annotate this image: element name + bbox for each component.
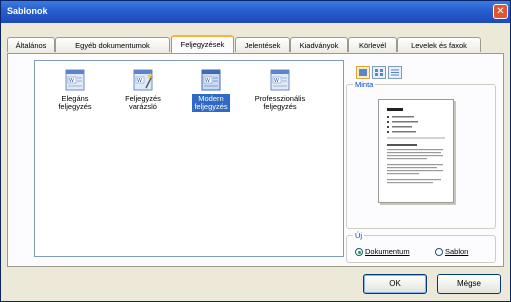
large-icons-view-button[interactable] bbox=[356, 66, 370, 79]
radio-unselected-icon bbox=[435, 248, 443, 256]
close-icon: ✕ bbox=[496, 6, 505, 17]
svg-text:W: W bbox=[274, 78, 279, 84]
svg-text:W: W bbox=[69, 78, 74, 84]
radio-dokumentum-label: Dokumentum bbox=[365, 247, 410, 256]
create-new-label: Új bbox=[353, 231, 365, 240]
create-new-group: Új Dokumentum Sablon bbox=[346, 231, 496, 263]
template-item-feljegyzes-varazslo[interactable]: W Feljegyzés varázsló bbox=[108, 69, 178, 112]
tab-levelek-es-faxok[interactable]: Levelek és faxok bbox=[397, 37, 481, 52]
title-bar[interactable]: Sablonok ✕ bbox=[1, 1, 510, 23]
close-button[interactable]: ✕ bbox=[493, 4, 508, 19]
tab-kiadvanyok[interactable]: Kiadványok bbox=[290, 37, 348, 52]
details-icon bbox=[391, 69, 399, 76]
document-template-icon: W bbox=[201, 69, 221, 91]
templates-dialog: Sablonok ✕ Általános Egyéb dokumentumok … bbox=[0, 0, 511, 302]
template-label: Feljegyzés varázsló bbox=[125, 94, 161, 111]
svg-text:W: W bbox=[137, 78, 142, 84]
list-icon bbox=[375, 69, 383, 76]
radio-sablon[interactable]: Sablon bbox=[435, 247, 468, 256]
tab-korlevel[interactable]: Körlevél bbox=[348, 37, 397, 52]
template-item-elegans[interactable]: W Elegáns feljegyzés bbox=[40, 69, 110, 112]
radio-selected-icon bbox=[355, 248, 363, 256]
template-label: Professzionális feljegyzés bbox=[254, 94, 306, 111]
tab-panel: W Elegáns feljegyzés W Feljegyzés varázsló bbox=[7, 53, 504, 267]
tab-altalanos[interactable]: Általános bbox=[7, 37, 55, 52]
tab-jelentesek[interactable]: Jelentések bbox=[235, 37, 290, 52]
radio-dokumentum[interactable]: Dokumentum bbox=[355, 247, 410, 256]
template-item-professzionalis[interactable]: W Professzionális feljegyzés bbox=[245, 69, 315, 112]
cancel-button[interactable]: Mégse bbox=[437, 274, 501, 294]
ok-button[interactable]: OK bbox=[363, 274, 427, 294]
template-label: Modern feljegyzés bbox=[192, 94, 230, 112]
dialog-title: Sablonok bbox=[7, 6, 48, 16]
details-view-button[interactable] bbox=[388, 66, 402, 79]
document-template-icon: W bbox=[270, 69, 290, 91]
large-icons-icon bbox=[359, 69, 367, 76]
preview-label: Minta bbox=[353, 80, 376, 89]
preview-group: Minta bbox=[346, 80, 496, 229]
tab-feljegyzesek[interactable]: Feljegyzések bbox=[171, 35, 234, 53]
svg-text:W: W bbox=[205, 78, 210, 84]
document-template-icon: W bbox=[65, 69, 85, 91]
template-item-modern[interactable]: W Modern feljegyzés bbox=[176, 69, 246, 112]
radio-sablon-label: Sablon bbox=[445, 247, 469, 256]
template-label: Elegáns feljegyzés bbox=[58, 94, 92, 111]
template-list[interactable]: W Elegáns feljegyzés W Feljegyzés varázsló bbox=[34, 60, 344, 257]
document-preview-image bbox=[387, 108, 445, 184]
tab-egyeb-dokumentumok[interactable]: Egyéb dokumentumok bbox=[55, 37, 170, 52]
preview-thumbnail bbox=[378, 99, 454, 203]
wizard-template-icon: W bbox=[133, 69, 153, 91]
list-view-button[interactable] bbox=[372, 66, 386, 79]
